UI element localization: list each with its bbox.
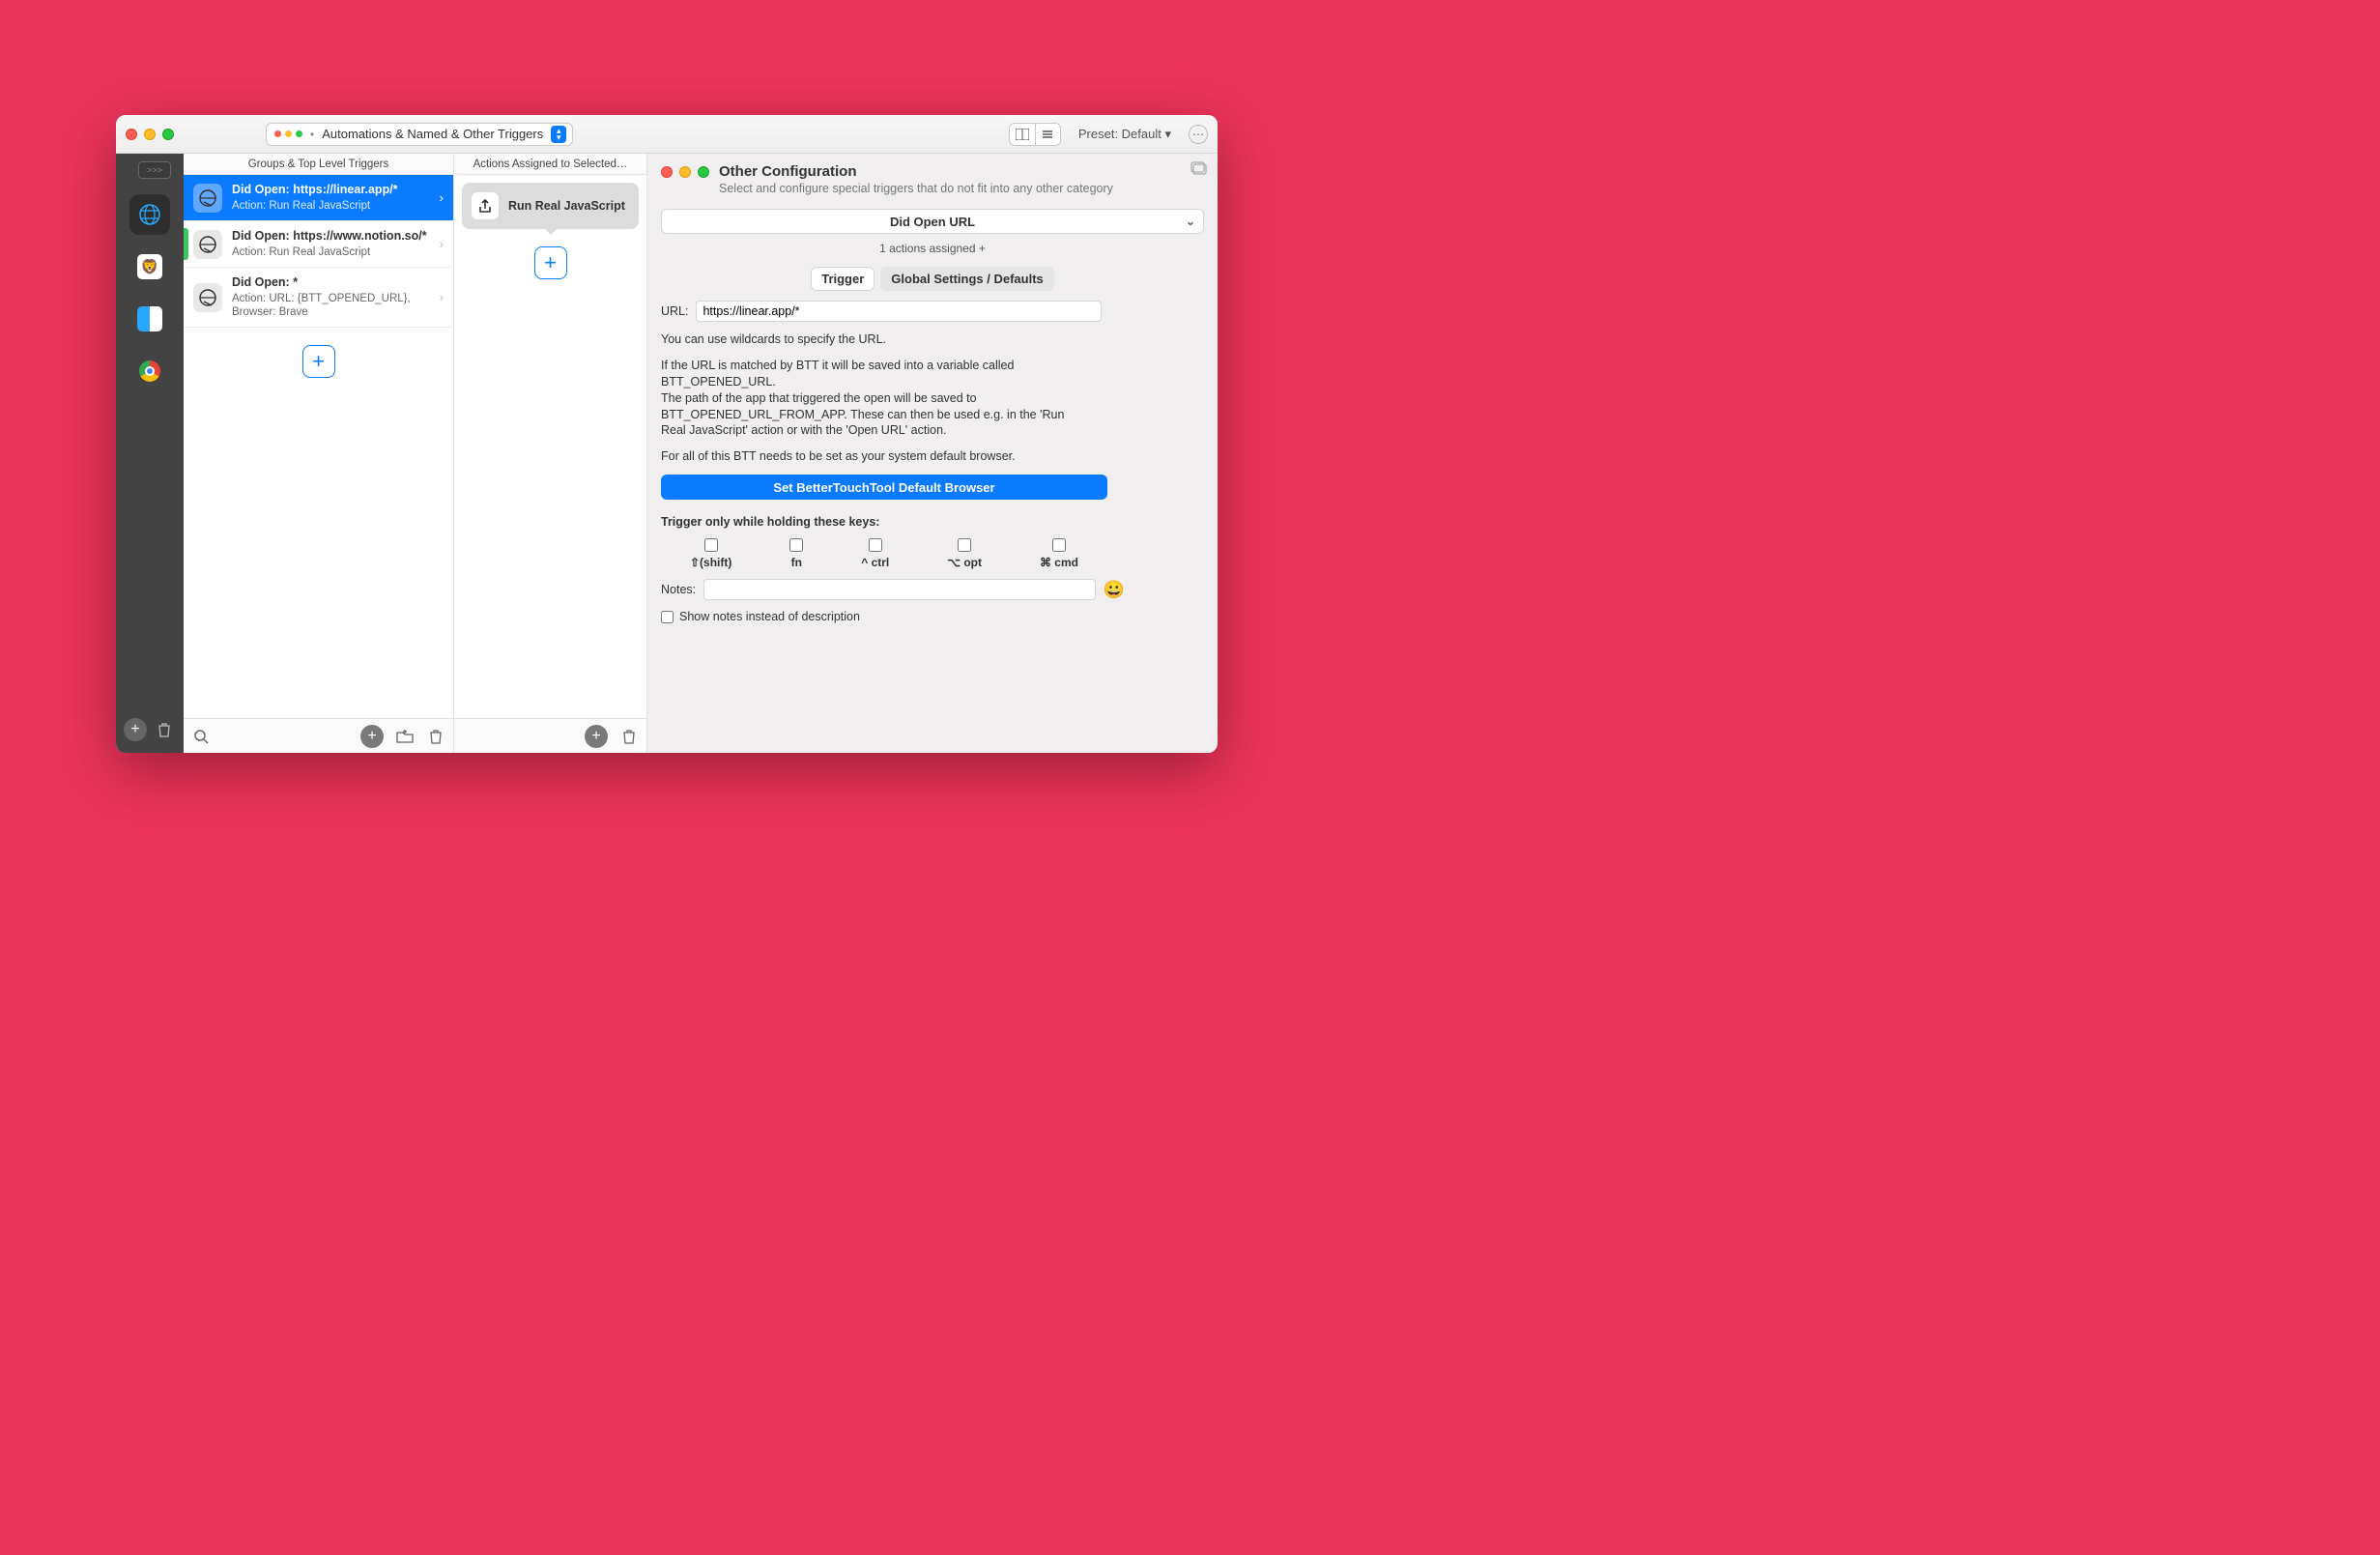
notes-label: Notes: <box>661 583 696 596</box>
cmd-label: ⌘ cmd <box>1040 556 1078 569</box>
trigger-type-value: Did Open URL <box>890 215 975 229</box>
preset-selector[interactable]: Preset: Default ▾ <box>1069 127 1181 142</box>
tab-global-settings[interactable]: Global Settings / Defaults <box>880 267 1053 291</box>
config-title: Other Configuration <box>719 163 1113 180</box>
explain-wildcards: You can use wildcards to specify the URL… <box>661 331 1204 348</box>
category-stepper[interactable]: ▴▾ <box>551 126 566 143</box>
list-view-button[interactable] <box>1035 124 1060 145</box>
trigger-title: Did Open: https://www.notion.so/* <box>232 229 430 245</box>
trigger-subtitle: Action: Run Real JavaScript <box>232 199 430 213</box>
config-panel: Other Configuration Select and configure… <box>647 154 1218 753</box>
sidebar-app-global[interactable] <box>129 194 170 235</box>
actions-column-header: Actions Assigned to Selected… <box>454 154 646 175</box>
triggers-column: Groups & Top Level Triggers Did Open: ht… <box>184 154 454 753</box>
window-controls <box>126 129 174 140</box>
ctrl-checkbox[interactable] <box>869 538 882 552</box>
console-button[interactable]: >>> <box>138 161 171 179</box>
url-label: URL: <box>661 304 688 318</box>
action-item[interactable]: Run Real JavaScript <box>462 183 639 229</box>
trigger-row[interactable]: Did Open: * Action: URL: {BTT_OPENED_URL… <box>184 268 453 328</box>
window-stack-icon[interactable] <box>1190 161 1208 175</box>
modifier-keys-title: Trigger only while holding these keys: <box>661 515 1204 529</box>
modifier-keys-row: ⇧(shift) fn ^ ctrl ⌥ opt ⌘ cmd <box>661 538 1107 569</box>
opt-label: ⌥ opt <box>947 556 982 569</box>
chevron-down-icon: ⌄ <box>1186 215 1195 228</box>
triggers-footer: + <box>184 718 453 753</box>
globe-icon <box>137 202 162 227</box>
url-trigger-icon <box>193 283 222 312</box>
inner-window-controls <box>661 166 709 178</box>
view-mode-segment <box>1009 123 1061 146</box>
trigger-title: Did Open: * <box>232 275 430 291</box>
sidebar-app-brave[interactable]: 🦁 <box>129 246 170 287</box>
inner-minimize-button[interactable] <box>679 166 691 178</box>
trigger-category-selector[interactable]: • Automations & Named & Other Triggers ▴… <box>266 123 573 146</box>
action-label: Run Real JavaScript <box>508 199 625 214</box>
fullscreen-window-button[interactable] <box>162 129 174 140</box>
delete-app-button[interactable] <box>153 718 176 741</box>
show-notes-label: Show notes instead of description <box>679 610 860 623</box>
all-apps-icon <box>274 130 302 137</box>
config-subtitle: Select and configure special triggers th… <box>719 182 1113 195</box>
trigger-row[interactable]: Did Open: https://www.notion.so/* Action… <box>184 221 453 268</box>
add-action-button[interactable]: + <box>534 246 567 279</box>
explain-default-browser: For all of this BTT needs to be set as y… <box>661 448 1204 465</box>
ctrl-label: ^ ctrl <box>861 556 889 569</box>
emoji-picker-button[interactable]: 😀 <box>1104 580 1125 600</box>
url-input[interactable] <box>696 301 1102 322</box>
columns-view-button[interactable] <box>1010 124 1035 145</box>
show-notes-checkbox[interactable] <box>661 611 674 623</box>
enabled-indicator <box>184 228 188 261</box>
trigger-title: Did Open: https://linear.app/* <box>232 183 430 198</box>
shift-label: ⇧(shift) <box>690 556 731 569</box>
triggers-column-header: Groups & Top Level Triggers <box>184 154 453 175</box>
inner-fullscreen-button[interactable] <box>698 166 709 178</box>
fn-checkbox[interactable] <box>789 538 803 552</box>
set-default-browser-button[interactable]: Set BetterTouchTool Default Browser <box>661 475 1107 500</box>
chevron-right-icon: › <box>440 190 444 205</box>
chevron-right-icon: › <box>440 290 444 304</box>
delete-trigger-button[interactable] <box>426 727 445 746</box>
url-trigger-icon <box>193 184 222 213</box>
actions-footer: + <box>454 718 646 753</box>
trigger-subtitle: Action: URL: {BTT_OPENED_URL}, Browser: … <box>232 292 430 320</box>
actions-assigned-label[interactable]: 1 actions assigned + <box>647 242 1218 255</box>
url-trigger-icon <box>193 230 222 259</box>
tab-trigger[interactable]: Trigger <box>811 267 875 291</box>
sidebar-app-finder[interactable] <box>129 299 170 339</box>
add-trigger-button[interactable]: + <box>302 345 335 378</box>
config-tabs: Trigger Global Settings / Defaults <box>647 267 1218 291</box>
trigger-type-select[interactable]: Did Open URL ⌄ <box>661 209 1204 234</box>
search-button[interactable] <box>191 727 211 746</box>
close-window-button[interactable] <box>126 129 137 140</box>
finder-icon <box>137 306 162 331</box>
explain-var1: If the URL is matched by BTT it will be … <box>661 359 1014 389</box>
app-sidebar: >>> 🦁 + <box>116 154 184 753</box>
delete-action-button[interactable] <box>619 727 639 746</box>
trigger-category-label: Automations & Named & Other Triggers <box>322 127 543 141</box>
opt-checkbox[interactable] <box>958 538 971 552</box>
share-icon <box>472 192 499 219</box>
fn-label: fn <box>791 556 802 569</box>
cmd-checkbox[interactable] <box>1052 538 1066 552</box>
trigger-row[interactable]: Did Open: https://linear.app/* Action: R… <box>184 175 453 221</box>
shift-checkbox[interactable] <box>704 538 718 552</box>
trigger-subtitle: Action: Run Real JavaScript <box>232 245 430 259</box>
notes-input[interactable] <box>703 579 1095 600</box>
brave-icon: 🦁 <box>137 254 162 279</box>
sidebar-app-chrome[interactable] <box>129 351 170 391</box>
add-item-button[interactable]: + <box>360 725 384 748</box>
app-window: • Automations & Named & Other Triggers ▴… <box>116 115 1218 753</box>
add-app-button[interactable]: + <box>124 718 147 741</box>
add-action-footer-button[interactable]: + <box>585 725 608 748</box>
minimize-window-button[interactable] <box>144 129 156 140</box>
inner-close-button[interactable] <box>661 166 673 178</box>
more-menu-button[interactable]: ⋯ <box>1189 125 1208 144</box>
actions-column: Actions Assigned to Selected… Run Real J… <box>454 154 647 753</box>
chrome-icon <box>137 359 162 384</box>
explain-var2: The path of the app that triggered the o… <box>661 391 1064 438</box>
new-folder-button[interactable] <box>395 727 415 746</box>
titlebar: • Automations & Named & Other Triggers ▴… <box>116 115 1218 154</box>
chevron-right-icon: › <box>440 237 444 251</box>
